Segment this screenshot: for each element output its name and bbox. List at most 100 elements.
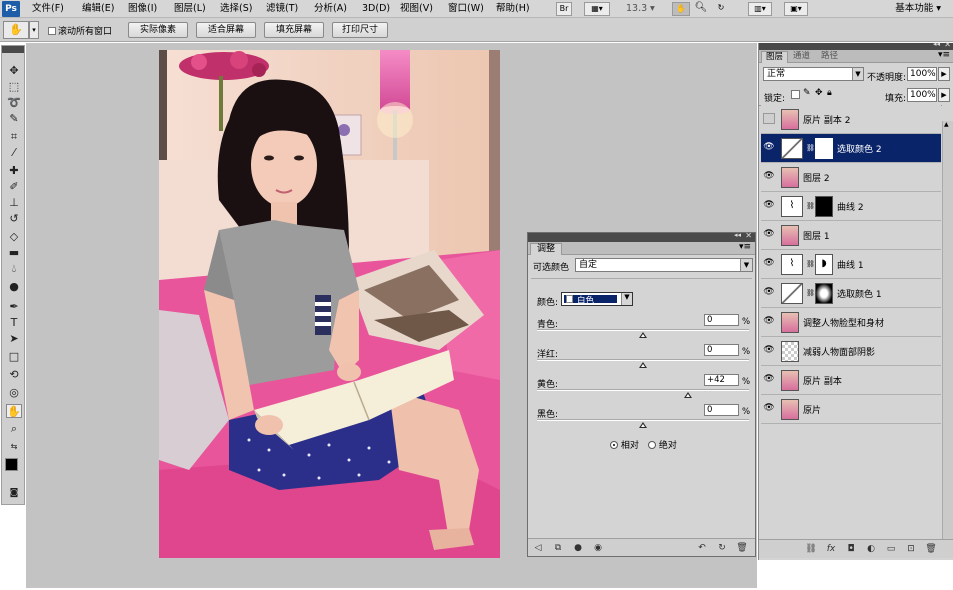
lock-position-icon[interactable]: ✥: [815, 88, 823, 98]
visibility-icon[interactable]: ◉: [592, 542, 604, 554]
new-layer-icon[interactable]: ⊡: [905, 543, 917, 555]
layer-row[interactable]: 👁︎ 减弱人物面部阴影: [761, 337, 941, 366]
zoom-level[interactable]: 13.3: [626, 0, 647, 18]
tools-panel-header[interactable]: [2, 46, 24, 53]
chevron-down-icon[interactable]: ▼: [852, 68, 863, 80]
eraser-tool-icon[interactable]: ◇: [6, 230, 22, 244]
view-extras-icon[interactable]: ▦▾: [584, 2, 610, 16]
blend-mode-select[interactable]: 正常 ▼: [763, 67, 864, 81]
tab-paths[interactable]: 路径: [817, 51, 842, 63]
layers-scrollbar[interactable]: ▲ ▼: [942, 121, 953, 546]
gradient-tool-icon[interactable]: ▬: [6, 246, 22, 260]
move-tool-icon[interactable]: ✥: [6, 64, 22, 78]
eye-icon[interactable]: 👁︎: [763, 142, 775, 153]
menu-filter[interactable]: 滤镜(T): [266, 0, 298, 18]
eye-icon[interactable]: 👁︎: [763, 316, 775, 327]
cyan-input[interactable]: 0: [704, 314, 739, 326]
quick-mask-icon[interactable]: ◙: [6, 486, 22, 500]
fill-screen-button[interactable]: 填充屏幕: [264, 22, 324, 38]
lock-all-icon[interactable]: 🔒︎: [827, 88, 832, 98]
magenta-slider-thumb[interactable]: [639, 362, 647, 368]
3d-rotate-tool-icon[interactable]: ⟲: [6, 368, 22, 382]
hand-tool-icon[interactable]: ✋: [672, 2, 690, 16]
delete-layer-icon[interactable]: 🗑︎: [925, 543, 937, 555]
lasso-tool-icon[interactable]: ➰: [6, 96, 22, 110]
print-size-button[interactable]: 打印尺寸: [332, 22, 388, 38]
add-mask-icon[interactable]: ◘: [845, 543, 857, 555]
menu-help[interactable]: 帮助(H): [496, 0, 530, 18]
zoom-tool-icon[interactable]: 🔍︎: [694, 2, 708, 16]
black-input[interactable]: 0: [704, 404, 739, 416]
pen-tool-icon[interactable]: ✒: [6, 300, 22, 314]
menu-window[interactable]: 窗口(W): [448, 0, 484, 18]
path-select-tool-icon[interactable]: ➤: [6, 332, 22, 346]
relative-radio[interactable]: 相对: [610, 438, 639, 451]
layer-row[interactable]: 👁︎ ⌇ ⛓ ◗ 曲线 1: [761, 250, 941, 279]
new-adjustment-icon[interactable]: ◐: [865, 543, 877, 555]
eye-icon[interactable]: 👁︎: [763, 403, 775, 414]
actual-pixels-button[interactable]: 实际像素: [128, 22, 188, 38]
tab-adjustments[interactable]: 调整: [530, 243, 563, 255]
collapse-panel-icon[interactable]: ◂◂: [933, 40, 940, 48]
fill-slider-button[interactable]: ▶: [938, 88, 950, 102]
collapse-panel-icon[interactable]: ◂◂: [734, 231, 741, 239]
cyan-slider-thumb[interactable]: [639, 332, 647, 338]
visibility-off-box[interactable]: [763, 113, 775, 124]
layer-row[interactable]: 👁︎ ⛓ 选取颜色 1: [761, 279, 941, 308]
tab-channels[interactable]: 通道: [789, 51, 814, 63]
colors-select[interactable]: 白色 ▼: [561, 292, 633, 306]
layer-style-icon[interactable]: fx: [825, 543, 837, 555]
tab-layers[interactable]: 图层: [761, 51, 789, 63]
eye-icon[interactable]: 👁︎: [763, 171, 775, 182]
fit-screen-button[interactable]: 适合屏幕: [196, 22, 256, 38]
chevron-down-icon[interactable]: ▾: [29, 21, 39, 39]
type-tool-icon[interactable]: T: [6, 316, 22, 330]
arrange-documents-icon[interactable]: ▥▾: [748, 2, 772, 16]
link-icon[interactable]: ⛓: [806, 260, 815, 268]
link-icon[interactable]: ⛓: [806, 289, 815, 297]
adjustments-panel-titlebar[interactable]: ◂◂ ✕: [528, 231, 755, 242]
layer-row[interactable]: 👁︎ 图层 1: [761, 221, 941, 250]
blur-tool-icon[interactable]: 💧︎: [6, 262, 22, 276]
panel-menu-icon[interactable]: ▾≡: [739, 242, 751, 252]
workspace-switcher[interactable]: 基本功能 ▾: [895, 0, 941, 18]
link-icon[interactable]: ⛓: [806, 144, 815, 152]
link-icon[interactable]: ⛓: [806, 202, 815, 210]
menu-layer[interactable]: 图层(L): [174, 0, 206, 18]
foreground-color-swatch[interactable]: [5, 458, 18, 471]
black-slider-track[interactable]: [537, 419, 749, 421]
brush-tool-icon[interactable]: ✐: [6, 180, 22, 194]
delete-icon[interactable]: 🗑︎: [736, 542, 748, 554]
lock-pixels-icon[interactable]: ✎: [803, 88, 811, 98]
layer-mask-thumbnail[interactable]: [815, 138, 833, 159]
rotate-view-icon[interactable]: ↻: [714, 2, 728, 16]
layer-row[interactable]: 👁︎ 调整人物脸型和身材: [761, 308, 941, 337]
layer-mask-thumbnail[interactable]: ◗: [815, 254, 833, 275]
chevron-down-icon[interactable]: ▼: [621, 293, 632, 305]
menu-image[interactable]: 图像(I): [128, 0, 157, 18]
menu-select[interactable]: 选择(S): [220, 0, 252, 18]
preset-select[interactable]: 自定 ▼: [575, 258, 753, 272]
opacity-slider-button[interactable]: ▶: [938, 67, 950, 81]
marquee-tool-icon[interactable]: ⬚: [6, 80, 22, 94]
expand-view-icon[interactable]: ⧉: [552, 542, 564, 554]
layer-row[interactable]: 原片 副本 2: [761, 105, 941, 134]
layers-panel-titlebar[interactable]: ◂◂ ✕: [759, 40, 953, 50]
history-brush-tool-icon[interactable]: ↺: [6, 212, 22, 226]
layer-row[interactable]: 👁︎ 原片: [761, 395, 941, 424]
menu-view[interactable]: 视图(V): [400, 0, 433, 18]
magenta-slider-track[interactable]: [537, 359, 749, 361]
screen-mode-icon[interactable]: ▣▾: [784, 2, 808, 16]
close-icon[interactable]: ✕: [944, 40, 951, 49]
magenta-input[interactable]: 0: [704, 344, 739, 356]
yellow-slider-thumb[interactable]: [683, 392, 692, 398]
document-photo[interactable]: [159, 50, 500, 558]
dodge-tool-icon[interactable]: ●: [6, 280, 22, 294]
shape-tool-icon[interactable]: □: [6, 350, 22, 364]
radio-icon[interactable]: [648, 441, 656, 449]
eye-icon[interactable]: 👁︎: [763, 200, 775, 211]
fill-input[interactable]: 100%: [907, 88, 937, 102]
radio-selected-icon[interactable]: [610, 441, 618, 449]
layer-row[interactable]: 👁︎ 原片 副本: [761, 366, 941, 395]
layer-row-selected[interactable]: 👁︎ ⛓ 选取颜色 2: [761, 134, 941, 163]
